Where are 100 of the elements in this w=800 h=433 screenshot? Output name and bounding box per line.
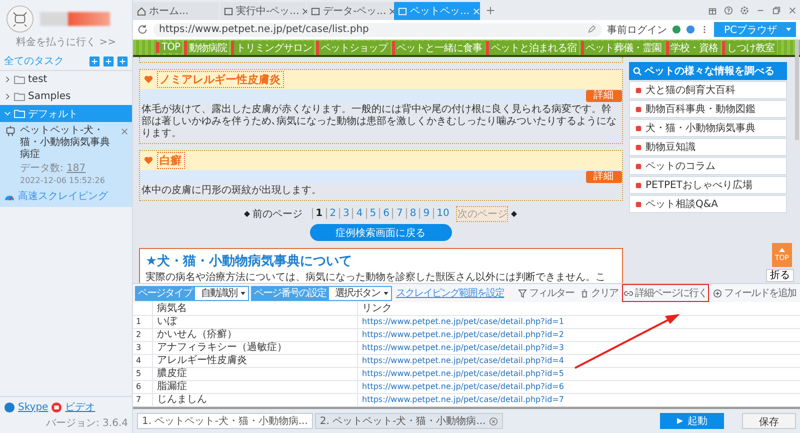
prev-link[interactable]: 前のページ [252,206,303,220]
refresh-icon[interactable] [137,24,148,35]
help-icon[interactable] [724,6,733,15]
table-cell: https://www.petpet.ne.jp/pet/case/detail.php?id=6 [357,381,800,393]
browser-tab[interactable]: データ-ペッ... [307,2,393,20]
folder-icon [14,92,25,101]
page-link[interactable]: 7 [392,208,403,219]
fold-button[interactable]: 折る [766,269,794,282]
save-button[interactable]: 保存 [742,413,796,429]
page-link[interactable]: 10 [432,208,450,219]
page-link[interactable]: 6 [379,208,390,219]
toolbar-button[interactable]: 詳細ページに行く [622,284,709,302]
detail-button[interactable]: 詳細 [586,90,622,102]
folder-item[interactable]: test [0,71,132,88]
menu-item[interactable]: 犬・猫・小動物病気事典 [628,119,786,137]
home-icon [137,6,146,16]
page-link[interactable]: 4 [352,208,363,219]
toolbar-icon[interactable] [117,56,128,66]
page-link[interactable]: 1 [312,208,323,219]
bullet-icon [634,182,642,188]
browser-tab[interactable]: ペットペッ... [394,2,480,20]
play-icon [676,418,682,424]
browser-tab[interactable]: ホーム... [133,2,219,20]
close-icon[interactable] [788,6,797,15]
settings-icon[interactable] [740,6,749,15]
search-icon [632,66,642,76]
row-number: 2 [135,329,142,341]
page-link[interactable]: 9 [419,208,430,219]
close-icon[interactable] [389,8,396,14]
chevron-icon[interactable] [4,76,11,83]
bullet-icon [634,162,642,170]
menu-item[interactable]: 犬と猫の飼育大百科 [628,81,786,99]
nav-link[interactable]: しつけ教室 [722,40,776,54]
menu-item[interactable]: 動物百科事典・動物図鑑 [628,100,786,118]
skype-icon[interactable] [4,402,15,412]
menu-title: ペットの様々な情報を調べる [628,62,786,80]
video-link[interactable]: ビデオ [65,400,96,414]
back-button[interactable]: 症例検索画面に戻る [310,224,452,241]
page-link[interactable]: 3 [338,208,350,219]
card-text: 体中の皮膚に円形の斑紋が出現します。 [140,184,322,198]
menu-item[interactable]: ペット相談Q&A [628,195,786,213]
task-tab[interactable]: 1. ペットペット-犬・猫・小動物病... [137,413,313,429]
toolbar-icon[interactable] [103,56,114,66]
nav-link[interactable]: トリミングサロン [231,40,314,54]
nav-link[interactable]: ペット葬儀・霊園 [580,40,664,54]
page-link[interactable]: 8 [406,208,416,219]
folder-item[interactable]: Samples [0,88,132,105]
next-link[interactable]: 次のページ [456,206,508,222]
menu-item[interactable]: PETPETおしゃべり広場 [628,176,786,194]
page-icon [224,6,233,16]
nav-link[interactable]: 動物病院 [184,40,229,54]
skype-link[interactable]: Skype [18,402,48,412]
detail-button[interactable]: 詳細 [586,171,622,183]
option-select[interactable]: ページタイプ 自動識別 [135,286,249,300]
toolbar-button[interactable]: クリア [578,284,620,302]
nav-link[interactable]: ペットショップ [316,40,390,54]
edit-icon[interactable] [586,25,596,34]
page-link[interactable]: 5 [366,208,376,219]
toolbar-button[interactable]: フィールドを追加 [711,284,798,302]
chevron-icon[interactable] [4,93,11,100]
redacted-name [40,12,110,26]
row-number: 7 [135,394,142,406]
option-select[interactable]: ページ番号の設定 選択ボタン [251,286,392,300]
login-link[interactable]: 事前ログイン [606,22,667,36]
task-time: 2022-12-06 15:52:26 [20,175,105,187]
bullet-icon [634,124,642,132]
restore-icon[interactable] [772,6,781,15]
toolbar-icon[interactable] [89,56,100,66]
nav-link[interactable]: TOP [156,42,182,53]
task-card[interactable]: ペットペット-犬・猫・小動物病気事典病症 データ数: 187 2022-12-06 15:52:26 高速スクレイピング [0,122,132,207]
start-button[interactable]: 起動 [660,413,724,429]
page-link[interactable]: 2 [326,208,336,219]
nav-link[interactable]: ペットと一緒に食事 [392,40,484,54]
folder-icon [14,75,25,84]
row-number: 5 [135,368,142,380]
folder-item[interactable]: デフォルト [0,105,132,122]
close-icon[interactable] [488,416,498,426]
caret-icon [785,27,792,32]
mode-label: 高速スクレイピング [18,190,108,203]
bullet-icon [634,106,642,112]
nav-link[interactable]: ペットと泊まれる宿 [486,40,578,54]
column-header: 病気名 [152,302,357,315]
nav-link[interactable]: 学校・資格 [666,40,720,54]
menu-item[interactable]: 動物豆知識 [628,138,786,156]
browser-tab[interactable]: 実行中-ペッ... [220,2,306,20]
pay-link[interactable]: 料金を払うに行く >> [16,33,116,52]
browser-mode-button[interactable]: PCブラウザ [714,22,796,37]
new-tab-icon[interactable] [486,6,495,15]
task-tab[interactable]: 2. ペットペット-犬・猫・小動物病... [314,413,503,429]
menu-item[interactable]: ペットのコラム [628,157,786,175]
video-icon[interactable] [51,402,62,412]
close-icon[interactable] [302,8,310,14]
bullet-icon [634,200,642,208]
caret-icon [240,290,246,296]
close-icon[interactable] [121,128,128,135]
row-number: 6 [135,381,142,393]
url-field[interactable]: https://www.petpet.ne.jp/pet/case/list.php [153,22,602,36]
range-link[interactable]: スクレイピング範囲を設定 [396,286,504,300]
toolbar-button[interactable]: フィルター [516,284,576,302]
table-cell: アレルギー性皮膚炎 [152,355,357,367]
